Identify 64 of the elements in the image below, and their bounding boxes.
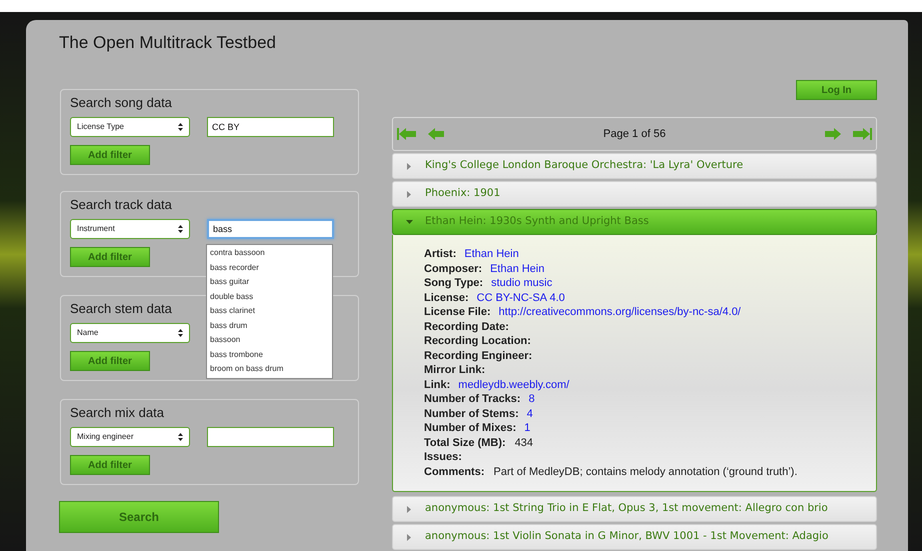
field-link[interactable]: http://creativecommons.org/licenses/by-nc-sa/4.0/ [498, 304, 741, 320]
panel-title: Search mix data [70, 405, 164, 421]
updown-icon [178, 123, 183, 131]
field-value: 434 [514, 436, 534, 450]
field-label: Total Size (MB): [424, 436, 506, 450]
field-label: Issues: [424, 450, 462, 465]
updown-icon [178, 225, 183, 233]
field-label: Artist: [424, 247, 456, 262]
updown-icon [178, 433, 183, 441]
select-dropdown[interactable]: Name [70, 323, 190, 343]
suggestion-item[interactable]: bass trombone [207, 348, 332, 362]
triangle-right-icon [407, 190, 411, 198]
select-dropdown[interactable]: Instrument [70, 219, 190, 239]
triangle-right-icon [407, 534, 411, 540]
field-link[interactable]: CC BY-NC-SA 4.0 [476, 290, 565, 306]
triangle-right-icon [407, 506, 411, 512]
text-input-field[interactable] [207, 427, 334, 447]
field-label: Composer: [424, 262, 482, 276]
suggestion-item[interactable]: bass drum [207, 318, 332, 333]
field-label: License: [424, 290, 469, 306]
panel-title: Search track data [70, 197, 172, 213]
field-label: Recording Engineer: [424, 348, 532, 364]
first-page-icon[interactable] [396, 127, 418, 141]
field-label: Number of Mixes: [424, 421, 516, 436]
result-header[interactable]: Phoenix: 1901 [392, 181, 877, 207]
field-label: License File: [424, 305, 491, 320]
field-link[interactable]: Ethan Hein [464, 246, 519, 262]
select-dropdown[interactable]: License Type [70, 117, 190, 137]
suggestion-item[interactable]: bass recorder [207, 260, 332, 275]
triangle-down-icon [406, 220, 412, 224]
field-link[interactable]: medleydb.weebly.com/ [458, 376, 570, 393]
text-input-field[interactable]: CC BY [207, 117, 334, 137]
last-page-icon[interactable] [851, 127, 873, 141]
field-link[interactable]: Ethan Hein [490, 260, 544, 277]
result-header[interactable]: King's College London Baroque Orchestra: 'La Lyra' Overture [392, 153, 877, 179]
field-link[interactable]: 1 [524, 420, 530, 436]
field-value: Part of MedleyDB; contains melody annotation (‘ground truth’). [494, 464, 798, 480]
suggestion-item[interactable]: broom on bass drum [207, 362, 332, 376]
page-title: The Open Multitrack Testbed [59, 32, 276, 54]
result-header[interactable]: anonymous: 1st String Trio in E Flat, Opus 3, 1st movement: Allegro con brio [392, 496, 877, 522]
suggestion-item[interactable]: bass clarinet [207, 304, 332, 318]
field-label: Recording Date: [424, 320, 509, 334]
field-label: Link: [424, 378, 450, 392]
suggestion-item[interactable]: contra bassoon [207, 246, 332, 260]
field-link[interactable]: 8 [528, 391, 535, 408]
triangle-right-icon [407, 162, 411, 170]
updown-icon [178, 329, 183, 337]
field-link[interactable]: 4 [526, 406, 533, 422]
panel-title: Search song data [70, 95, 172, 111]
result-header[interactable]: anonymous: 1st Violin Sonata in G Minor, BWV 1001 - 1st Movement: Adagio [392, 524, 877, 550]
field-label: Mirror Link: [424, 363, 486, 378]
page-indicator: Page 1 of 56 [602, 126, 667, 142]
suggestion-item[interactable]: bass guitar [207, 275, 332, 290]
field-label: Comments: [424, 464, 485, 480]
field-link[interactable]: studio music [491, 275, 552, 292]
suggestion-item[interactable]: bassoon [207, 333, 332, 348]
field-label: Number of Stems: [424, 406, 519, 422]
select-dropdown[interactable]: Mixing engineer [70, 427, 190, 447]
text-input-field[interactable]: bass [207, 219, 334, 239]
panel-title: Search stem data [70, 301, 172, 317]
suggestion-item[interactable]: double bass [207, 290, 332, 304]
field-label: Song Type: [424, 276, 484, 291]
field-label: Number of Tracks: [424, 392, 521, 407]
field-label: Recording Location: [424, 334, 531, 349]
